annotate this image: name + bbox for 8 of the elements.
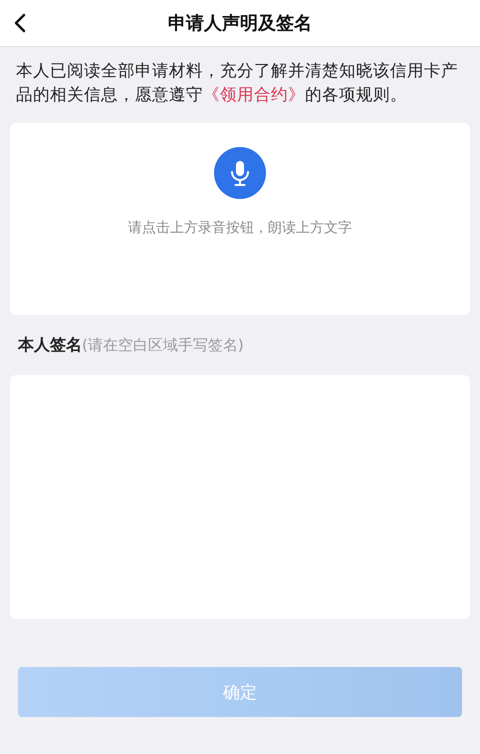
signature-label: 本人签名 <box>18 335 82 354</box>
recording-hint: 请点击上方录音按钮，朗读上方文字 <box>128 219 352 237</box>
declaration-text: 本人已阅读全部申请材料，充分了解并清楚知晓该信用卡产品的相关信息，愿意遵守《领用合约》的各项规则。 <box>16 60 459 106</box>
signature-hint: (请在空白区域手写签名) <box>82 336 244 354</box>
agreement-link[interactable]: 《领用合约》 <box>203 85 305 104</box>
back-icon[interactable] <box>14 13 26 33</box>
page-title: 申请人声明及签名 <box>168 12 312 35</box>
microphone-icon[interactable] <box>214 147 266 199</box>
